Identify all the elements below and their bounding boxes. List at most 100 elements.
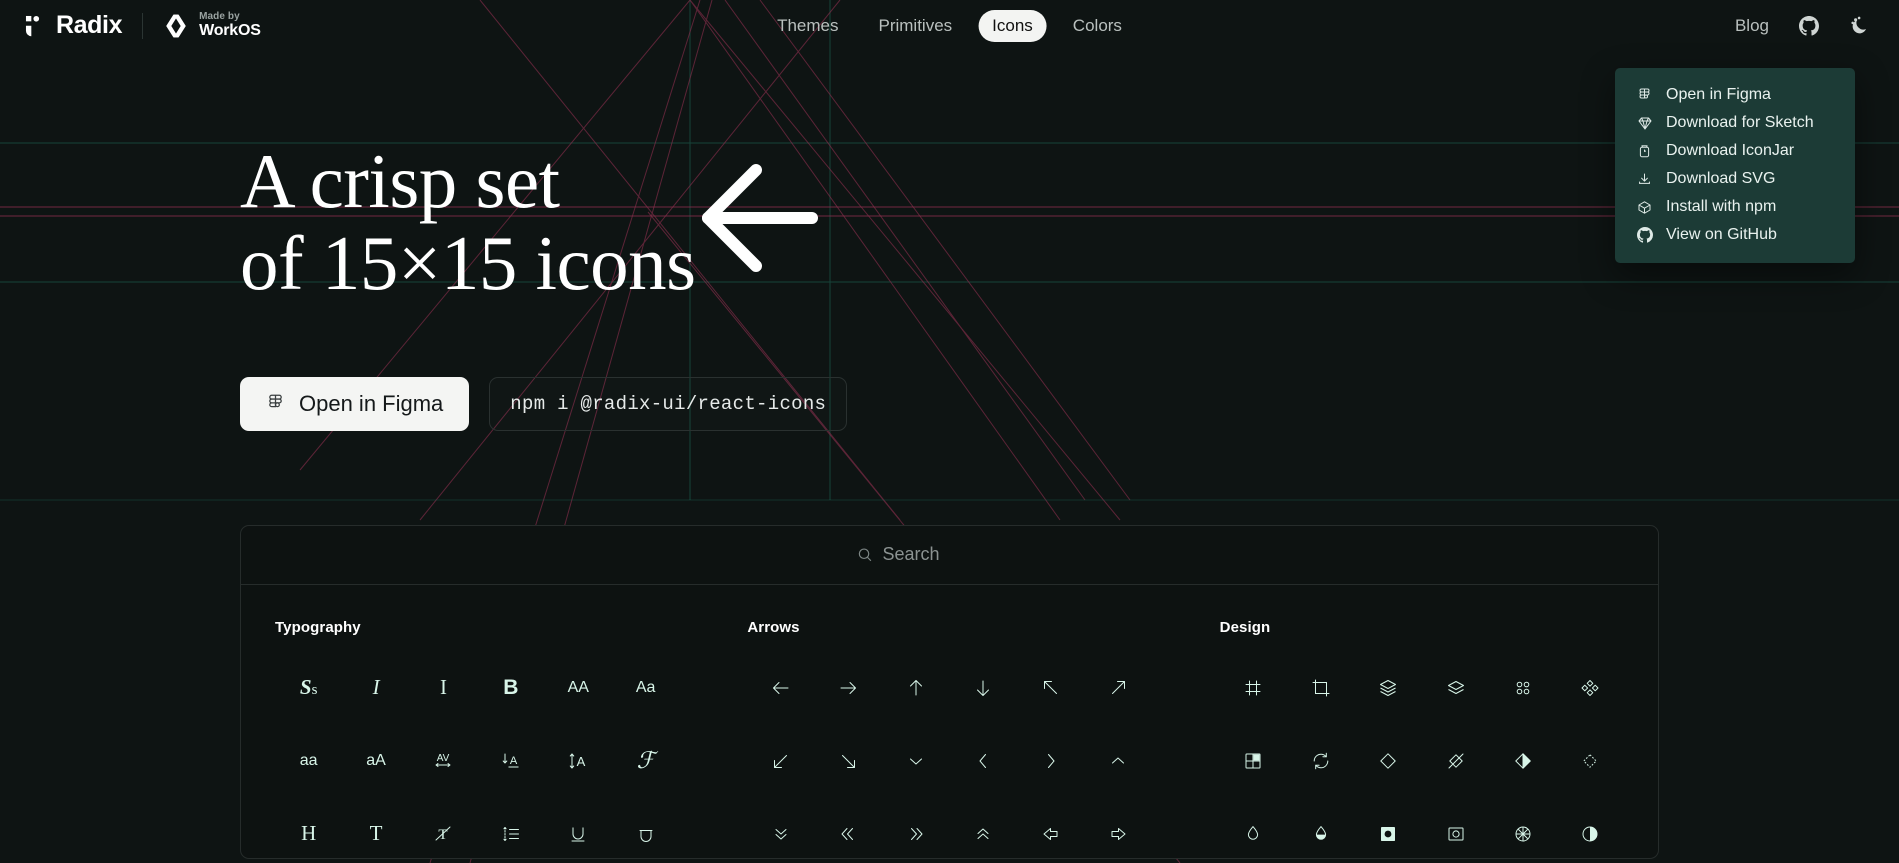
dropdown-item-download-svg[interactable]: Download SVG	[1615, 165, 1855, 193]
letter-case-lowercase-icon[interactable]: aa	[275, 737, 342, 785]
site-header: Radix Made by WorkOS Themes Primitives I…	[0, 0, 1899, 52]
nav-item-primitives[interactable]: Primitives	[864, 10, 966, 42]
iconjar-icon	[1636, 143, 1653, 160]
nav-item-icons[interactable]: Icons	[978, 10, 1047, 42]
double-arrow-up-icon[interactable]	[949, 810, 1016, 858]
line-height-icon[interactable]: A	[545, 737, 612, 785]
nav-item-themes[interactable]: Themes	[763, 10, 852, 42]
arrow-left-icon[interactable]	[747, 664, 814, 712]
component-none-icon[interactable]	[1422, 737, 1489, 785]
underline-icon[interactable]	[545, 810, 612, 858]
sketch-icon	[1636, 115, 1653, 132]
arrow-bottom-right-icon[interactable]	[815, 737, 882, 785]
chevron-right-icon[interactable]	[1017, 737, 1084, 785]
icon-grid: Ss I I B AA Aa aa aA AV A A ℱ H T T	[275, 664, 679, 858]
dropdown-item-open-in-figma[interactable]: Open in Figma	[1615, 81, 1855, 109]
font-family-icon[interactable]: ℱ	[612, 737, 679, 785]
double-arrow-down-icon[interactable]	[747, 810, 814, 858]
layers-icon[interactable]	[1354, 664, 1421, 712]
arrow-down-icon[interactable]	[949, 664, 1016, 712]
font-italic-icon[interactable]: I	[342, 664, 409, 712]
stack-icon[interactable]	[1422, 664, 1489, 712]
color-wheel-icon[interactable]	[1489, 810, 1556, 858]
open-in-figma-label: Open in Figma	[299, 390, 444, 416]
hero-actions: Open in Figma npm i @radix-ui/react-icon…	[240, 376, 1899, 431]
workos-link[interactable]: Made by WorkOS	[163, 12, 261, 39]
letter-case-capitalize-icon[interactable]: Aa	[612, 664, 679, 712]
dropdown-item-download-for-sketch[interactable]: Download for Sketch	[1615, 109, 1855, 137]
github-icon	[1636, 227, 1653, 244]
letter-case-toggle-icon[interactable]: aA	[342, 737, 409, 785]
dropdown-item-install-with-npm[interactable]: Install with npm	[1615, 193, 1855, 221]
chevron-left-icon[interactable]	[949, 737, 1016, 785]
blending-mode-icon[interactable]	[1287, 810, 1354, 858]
dropdown-item-download-iconjar[interactable]: Download IconJar	[1615, 137, 1855, 165]
component-instance-icon[interactable]	[1354, 737, 1421, 785]
section-design: Design	[1186, 619, 1658, 858]
nav-item-blog[interactable]: Blog	[1733, 10, 1771, 42]
brand: Radix Made by WorkOS	[22, 12, 261, 39]
open-in-figma-button[interactable]: Open in Figma	[240, 376, 470, 431]
icon-grid	[747, 664, 1151, 858]
radix-home-link[interactable]: Radix	[22, 13, 122, 39]
strikethrough-icon[interactable]: T	[410, 810, 477, 858]
arrow-top-right-icon[interactable]	[1084, 664, 1151, 712]
dashboard-icon[interactable]	[1220, 737, 1287, 785]
component-placeholder-icon[interactable]	[1557, 737, 1624, 785]
dropdown-item-view-on-github[interactable]: View on GitHub	[1615, 221, 1855, 249]
search-row[interactable]	[241, 526, 1658, 585]
search-input[interactable]	[882, 544, 1043, 566]
dropdown-item-label: View on GitHub	[1666, 226, 1777, 243]
dropdown-item-label: Open in Figma	[1666, 86, 1771, 103]
thick-arrow-left-icon[interactable]	[1017, 810, 1084, 858]
github-icon[interactable]	[1797, 14, 1821, 38]
nav-item-colors[interactable]: Colors	[1059, 10, 1136, 42]
letter-case-uppercase-icon[interactable]: AA	[545, 664, 612, 712]
npm-install-command[interactable]: npm i @radix-ui/react-icons	[489, 376, 848, 431]
arrow-up-icon[interactable]	[882, 664, 949, 712]
mask-off-icon[interactable]	[1422, 810, 1489, 858]
dropdown-item-label: Download IconJar	[1666, 142, 1795, 159]
shadow-icon[interactable]	[1557, 810, 1624, 858]
figma-icon	[1636, 87, 1653, 104]
arrow-bottom-left-icon[interactable]	[747, 737, 814, 785]
thick-arrow-right-icon[interactable]	[1084, 810, 1151, 858]
group-icon[interactable]	[1489, 664, 1556, 712]
double-arrow-left-icon[interactable]	[815, 810, 882, 858]
section-title: Design	[1219, 618, 1271, 636]
chevron-down-icon[interactable]	[882, 737, 949, 785]
line-height-list-icon[interactable]	[477, 810, 544, 858]
opacity-icon[interactable]	[1220, 810, 1287, 858]
section-arrows: Arrows	[713, 619, 1185, 858]
font-bold-icon[interactable]: B	[477, 664, 544, 712]
component-1-icon[interactable]	[1557, 664, 1624, 712]
dropdown-item-label: Download SVG	[1666, 170, 1776, 187]
secondary-nav: Blog	[1733, 10, 1871, 42]
dropdown-item-label: Install with npm	[1666, 198, 1777, 215]
crop-icon[interactable]	[1287, 664, 1354, 712]
figma-icon	[266, 394, 285, 413]
heading-icon[interactable]: H	[275, 810, 342, 858]
arrow-top-left-icon[interactable]	[1017, 664, 1084, 712]
resources-dropdown-menu[interactable]: Open in Figma Download for Sketch Downlo…	[1615, 68, 1855, 263]
brand-divider	[142, 12, 144, 39]
arrow-right-icon[interactable]	[815, 664, 882, 712]
letter-spacing-icon[interactable]: AV	[410, 737, 477, 785]
rotate-counter-clockwise-icon[interactable]	[1287, 737, 1354, 785]
mask-on-icon[interactable]	[1354, 810, 1421, 858]
frame-icon[interactable]	[1220, 664, 1287, 712]
chevron-up-icon[interactable]	[1084, 737, 1151, 785]
icon-explorer-panel: Typography Ss I I B AA Aa aa aA AV	[240, 524, 1659, 859]
align-baseline-icon[interactable]: A	[477, 737, 544, 785]
moon-icon[interactable]	[1847, 14, 1871, 38]
icon-sections: Typography Ss I I B AA Aa aa aA AV A A ℱ…	[241, 585, 1658, 858]
double-arrow-right-icon[interactable]	[882, 810, 949, 858]
text-italic-icon[interactable]: I	[410, 664, 477, 712]
svg-text:A: A	[577, 754, 586, 769]
case-sensitive-icon[interactable]: Ss	[275, 664, 342, 712]
component-boolean-icon[interactable]	[1489, 737, 1556, 785]
svg-text:A: A	[510, 755, 518, 767]
icon-grid	[1220, 664, 1624, 858]
overline-icon[interactable]	[612, 810, 679, 858]
text-icon[interactable]: T	[342, 810, 409, 858]
